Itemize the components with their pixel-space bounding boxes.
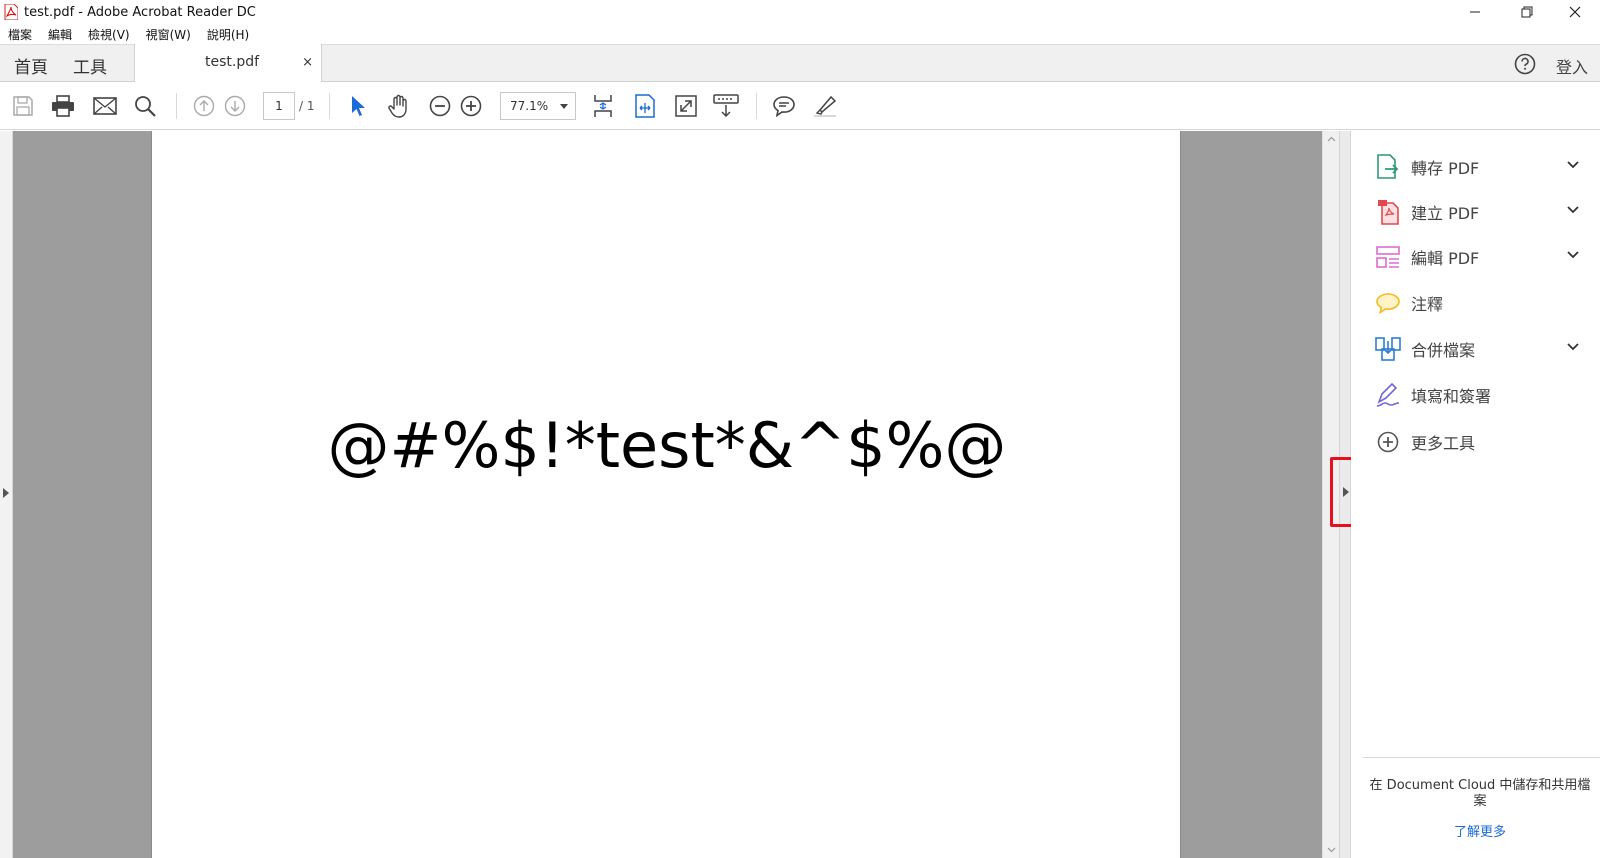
document-cloud-message: 在 Document Cloud 中儲存和共用檔案 xyxy=(1369,778,1591,809)
document-tab-label: test.pdf xyxy=(205,54,260,70)
select-tool-icon[interactable] xyxy=(345,93,371,119)
tool-label: 填寫和簽署 xyxy=(1411,387,1492,406)
restore-icon xyxy=(1521,6,1533,18)
acrobat-app-icon xyxy=(4,3,19,21)
fit-page-icon[interactable] xyxy=(590,93,616,119)
next-page-icon[interactable] xyxy=(222,93,248,119)
tools-pane: 轉存 PDF 建立 PDF 編輯 PDF 注釋 合併檔案 填寫和簽署 更多工具 … xyxy=(1351,131,1600,858)
minimize-icon xyxy=(1470,11,1480,13)
toolbar-separator xyxy=(756,93,757,119)
tab-home[interactable]: 首頁 xyxy=(14,53,48,78)
hand-tool-icon[interactable] xyxy=(386,93,412,119)
tab-document[interactable]: test.pdf × xyxy=(134,44,322,83)
tool-label: 建立 PDF xyxy=(1411,204,1480,223)
tool-label: 轉存 PDF xyxy=(1411,159,1480,178)
page-total: / 1 xyxy=(299,99,315,113)
pane-divider xyxy=(1363,757,1600,758)
highlight-icon[interactable] xyxy=(812,93,838,119)
tool-label: 更多工具 xyxy=(1411,434,1476,453)
read-mode-icon[interactable] xyxy=(713,93,739,119)
comment-icon[interactable] xyxy=(771,93,797,119)
tool-export-pdf[interactable]: 轉存 PDF xyxy=(1375,151,1580,183)
close-window-button[interactable] xyxy=(1552,0,1598,24)
create-pdf-icon xyxy=(1375,199,1401,225)
tool-more-tools[interactable]: 更多工具 xyxy=(1375,426,1580,458)
export-pdf-icon xyxy=(1375,154,1401,180)
print-icon[interactable] xyxy=(50,93,76,119)
fit-width-icon[interactable] xyxy=(632,93,658,119)
scroll-down-icon[interactable] xyxy=(1327,845,1336,854)
title-bar: test.pdf - Adobe Acrobat Reader DC xyxy=(0,0,1600,24)
menu-view[interactable]: 檢視(V) xyxy=(88,26,130,43)
menu-bar: 檔案 編輯 檢視(V) 視窗(W) 說明(H) xyxy=(0,24,1600,44)
collapse-arrow-icon xyxy=(1343,487,1349,497)
help-icon[interactable] xyxy=(1514,53,1536,75)
close-window-icon xyxy=(1569,6,1581,18)
menu-edit[interactable]: 編輯 xyxy=(48,26,72,43)
more-tools-icon xyxy=(1375,429,1401,455)
scroll-up-icon[interactable] xyxy=(1327,135,1336,144)
tab-bar: 首頁 工具 test.pdf × 登入 xyxy=(0,44,1600,83)
fill-sign-icon xyxy=(1375,382,1401,408)
left-panel-toggle[interactable] xyxy=(0,131,13,858)
restore-button[interactable] xyxy=(1504,0,1550,24)
window-title: test.pdf - Adobe Acrobat Reader DC xyxy=(24,4,256,20)
document-viewer[interactable]: @#%$!*test*&^$%@ xyxy=(13,131,1323,858)
tool-comment[interactable]: 注釋 xyxy=(1375,287,1580,319)
tool-combine-files[interactable]: 合併檔案 xyxy=(1375,333,1580,365)
toolbar-separator xyxy=(329,93,330,119)
pdf-page: @#%$!*test*&^$%@ xyxy=(151,131,1181,858)
tool-label: 編輯 PDF xyxy=(1411,249,1480,268)
menu-help[interactable]: 說明(H) xyxy=(207,26,249,43)
learn-more-link[interactable]: 了解更多 xyxy=(1365,821,1595,840)
close-tab-icon[interactable]: × xyxy=(302,55,313,70)
edit-pdf-icon xyxy=(1375,244,1401,270)
toolbar: 1 / 1 77.1% xyxy=(0,82,1600,130)
tool-create-pdf[interactable]: 建立 PDF xyxy=(1375,196,1580,228)
chevron-down-icon[interactable] xyxy=(1566,205,1580,215)
previous-page-icon[interactable] xyxy=(191,93,217,119)
chevron-down-icon[interactable] xyxy=(1566,160,1580,170)
combine-files-icon xyxy=(1375,336,1401,362)
zoom-in-icon[interactable] xyxy=(458,93,484,119)
full-screen-icon[interactable] xyxy=(673,93,699,119)
menu-file[interactable]: 檔案 xyxy=(8,26,32,43)
zoom-out-icon[interactable] xyxy=(427,93,453,119)
sign-in-link[interactable]: 登入 xyxy=(1556,54,1588,78)
email-icon[interactable] xyxy=(92,93,118,119)
tool-edit-pdf[interactable]: 編輯 PDF xyxy=(1375,241,1580,273)
search-icon[interactable] xyxy=(132,93,158,119)
page-number-input[interactable]: 1 xyxy=(263,92,295,120)
tab-tools[interactable]: 工具 xyxy=(73,53,107,78)
chevron-down-icon xyxy=(560,104,568,109)
menu-window[interactable]: 視窗(W) xyxy=(146,26,191,43)
comment-tool-icon xyxy=(1375,290,1401,316)
tool-fill-sign[interactable]: 填寫和簽署 xyxy=(1375,379,1580,411)
zoom-select[interactable]: 77.1% xyxy=(500,92,576,120)
chevron-down-icon[interactable] xyxy=(1566,250,1580,260)
minimize-button[interactable] xyxy=(1452,0,1498,24)
chevron-down-icon[interactable] xyxy=(1566,342,1580,352)
zoom-value: 77.1% xyxy=(510,99,549,113)
tool-label: 合併檔案 xyxy=(1411,341,1476,360)
pdf-page-text: @#%$!*test*&^$%@ xyxy=(327,409,1007,482)
toolbar-separator xyxy=(176,93,177,119)
save-icon[interactable] xyxy=(10,93,36,119)
tool-label: 注釋 xyxy=(1411,295,1444,314)
expand-right-icon xyxy=(3,488,9,498)
